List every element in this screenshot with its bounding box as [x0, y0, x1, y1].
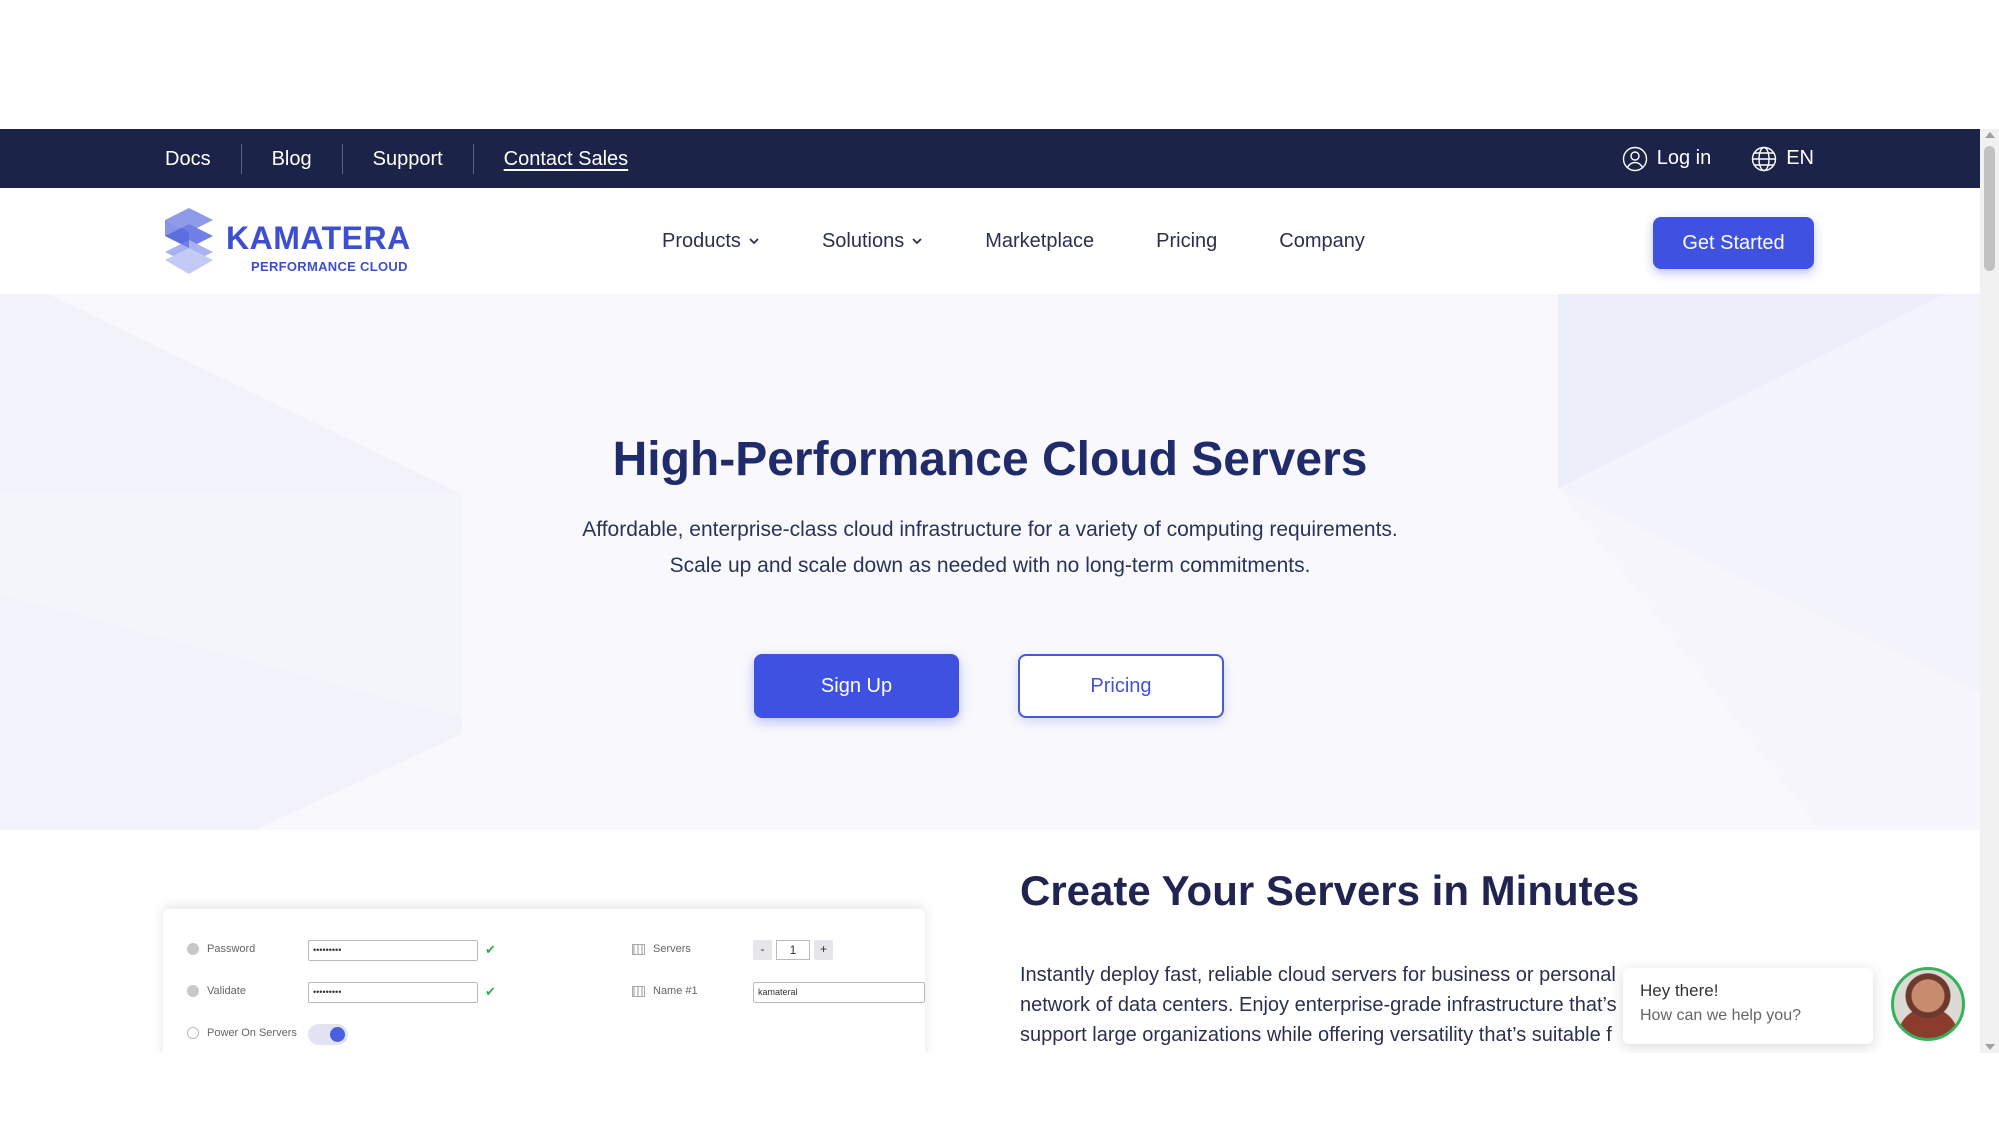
- get-started-button[interactable]: Get Started: [1653, 217, 1814, 269]
- nav-marketplace[interactable]: Marketplace: [985, 230, 1094, 253]
- docs-link[interactable]: Docs: [133, 143, 242, 174]
- browser-viewport: Docs Blog Support Contact Sales Log in E…: [0, 129, 1999, 1053]
- power-toggle: [308, 1024, 348, 1045]
- main-navigation: KAMATERA PERFORMANCE CLOUD Products Solu…: [0, 188, 1980, 294]
- server-config-mockup: Password ••••••••• ✔ Validate ••••••••• …: [163, 908, 925, 1053]
- chevron-down-icon: [749, 238, 759, 245]
- login-link[interactable]: Log in: [1622, 146, 1712, 172]
- contact-sales-link[interactable]: Contact Sales: [474, 144, 659, 174]
- nav-pricing[interactable]: Pricing: [1156, 230, 1217, 253]
- scroll-down-icon[interactable]: [1985, 1044, 1995, 1050]
- logo-mark-icon: [165, 208, 213, 274]
- check-icon: ✔: [485, 942, 496, 957]
- chat-agent-avatar[interactable]: [1891, 967, 1965, 1041]
- password-field: •••••••••: [308, 940, 478, 961]
- nav-solutions-label: Solutions: [821, 229, 905, 252]
- section-body: Instantly deploy fast, reliable cloud se…: [1020, 964, 1617, 1046]
- page-scrollbar[interactable]: [1980, 129, 1999, 1053]
- hero-subtitle-line2: Scale up and scale down as needed with n…: [669, 554, 1311, 577]
- nav-products-label: Products: [662, 229, 741, 252]
- servers-row: Servers: [632, 943, 691, 955]
- user-icon: [1622, 146, 1647, 171]
- nav-menu: Products Solutions Marketplace Pricing C…: [662, 188, 1365, 294]
- utility-right: Log in EN: [1622, 129, 1814, 188]
- server-icon: [632, 985, 645, 997]
- kamatera-logo[interactable]: KAMATERA PERFORMANCE CLOUD: [163, 206, 413, 278]
- nav-products[interactable]: Products: [662, 230, 760, 253]
- validate-row: Validate: [187, 985, 246, 997]
- pricing-button[interactable]: Pricing: [1018, 654, 1224, 718]
- servers-count: 1: [776, 940, 810, 960]
- minus-icon: -: [753, 940, 772, 960]
- chevron-down-icon: [912, 238, 922, 245]
- chat-prompt: How can we help you?: [1640, 1007, 1801, 1024]
- password-row: Password: [187, 943, 255, 955]
- power-label: Power On Servers: [207, 1027, 297, 1039]
- chat-widget[interactable]: Hey there! How can we help you?: [1623, 968, 1873, 1044]
- top-utility-bar: Docs Blog Support Contact Sales Log in E…: [0, 129, 1980, 188]
- sign-up-button[interactable]: Sign Up: [754, 654, 959, 718]
- server-icon: [632, 943, 645, 955]
- validate-field: •••••••••: [308, 982, 478, 1003]
- chat-greeting: Hey there!: [1640, 981, 1719, 1000]
- hero-subtitle-line1: Affordable, enterprise-class cloud infra…: [582, 518, 1398, 541]
- power-row: Power On Servers: [187, 1027, 297, 1039]
- utility-links: Docs Blog Support Contact Sales: [133, 129, 658, 188]
- nav-solutions[interactable]: Solutions: [822, 230, 923, 253]
- lock-icon: [187, 943, 199, 955]
- scrollbar-thumb[interactable]: [1984, 146, 1995, 271]
- globe-icon: [1752, 146, 1777, 171]
- password-label: Password: [207, 943, 256, 955]
- support-link[interactable]: Support: [343, 143, 474, 174]
- section-title: Create Your Servers in Minutes: [1020, 867, 1640, 914]
- name-field: kamateral: [753, 982, 925, 1003]
- hero-title: High-Performance Cloud Servers: [612, 433, 1368, 486]
- name-row: Name #1: [632, 985, 698, 997]
- check-icon: ✔: [485, 984, 496, 999]
- hero-subtitle: Affordable, enterprise-class cloud infra…: [0, 512, 1980, 584]
- plus-icon: +: [814, 940, 833, 960]
- scroll-up-icon[interactable]: [1985, 132, 1995, 138]
- language-label: EN: [1786, 147, 1814, 169]
- blog-link[interactable]: Blog: [242, 143, 343, 174]
- servers-label: Servers: [653, 943, 691, 955]
- logo-tagline: PERFORMANCE CLOUD: [251, 259, 408, 274]
- logo-name: KAMATERA: [226, 220, 411, 256]
- power-icon: [187, 1027, 199, 1039]
- validate-label: Validate: [207, 985, 246, 997]
- login-label: Log in: [1656, 147, 1712, 169]
- lock-icon: [187, 985, 199, 997]
- servers-stepper: - 1 +: [753, 940, 833, 960]
- language-selector[interactable]: EN: [1751, 146, 1814, 172]
- name-label: Name #1: [653, 985, 698, 997]
- hero-section: High-Performance Cloud Servers Affordabl…: [0, 294, 1980, 830]
- nav-company[interactable]: Company: [1279, 230, 1365, 253]
